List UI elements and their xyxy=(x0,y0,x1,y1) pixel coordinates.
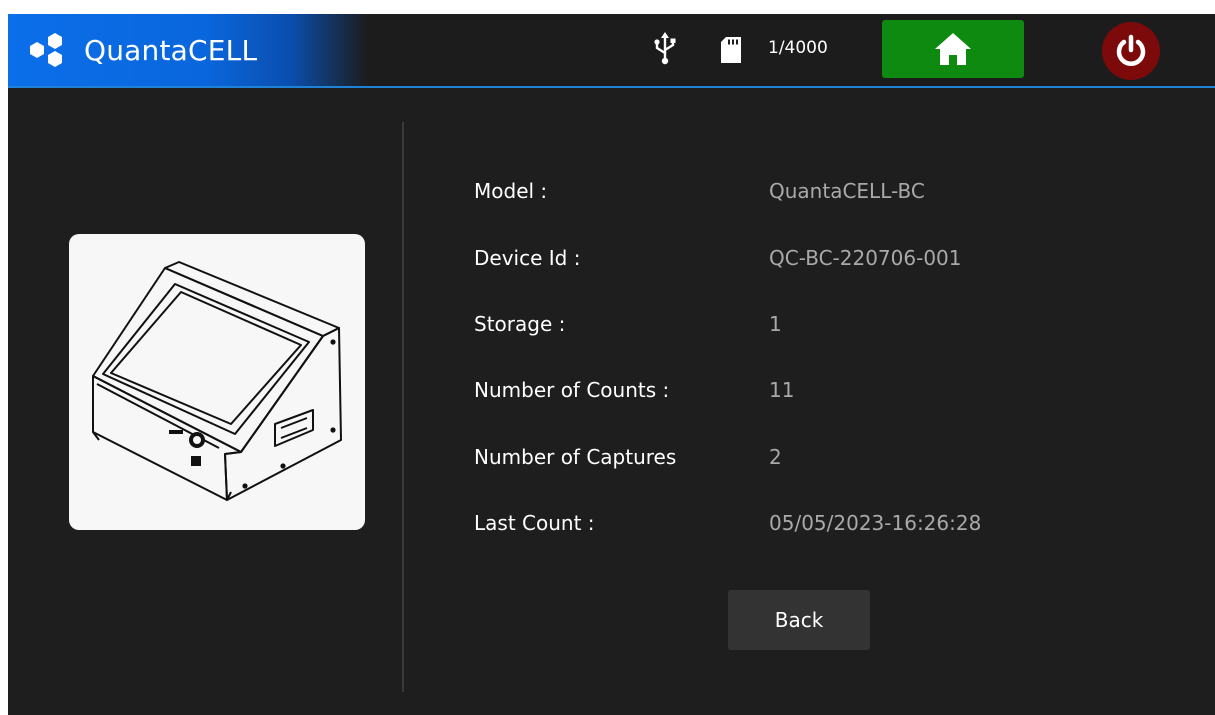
usb-icon xyxy=(654,32,676,65)
power-icon xyxy=(1116,34,1146,66)
back-button[interactable]: Back xyxy=(728,590,870,650)
hexagon-logo-icon xyxy=(30,33,62,67)
storage-value: 1 xyxy=(769,312,782,336)
power-button[interactable] xyxy=(1102,22,1160,80)
storage-count: 1/4000 xyxy=(768,38,828,58)
counts-label: Number of Counts : xyxy=(474,378,670,402)
home-button[interactable] xyxy=(882,20,1024,78)
home-icon xyxy=(935,33,971,65)
counts-value: 11 xyxy=(769,378,795,402)
app-name: QuantaCELL xyxy=(84,33,258,67)
device-id-value: QC-BC-220706-001 xyxy=(769,246,962,270)
storage-label: Storage : xyxy=(474,312,566,336)
captures-label: Number of Captures xyxy=(474,445,677,469)
model-value: QuantaCELL-BC xyxy=(769,179,925,203)
device-info-screen: QuantaCELL 1/4000 Model: QuantaCELL-BC … xyxy=(8,14,1215,715)
device-image-card xyxy=(69,234,365,530)
last-count-label: Last Count : xyxy=(474,511,595,535)
sd-card-icon xyxy=(721,37,741,63)
device-illustration xyxy=(92,261,342,501)
top-bar: QuantaCELL 1/4000 xyxy=(8,14,1215,88)
vertical-divider xyxy=(402,122,404,692)
device-id-label: Device Id : xyxy=(474,246,581,270)
last-count-value: 05/05/2023-16:26:28 xyxy=(769,511,982,535)
captures-value: 2 xyxy=(769,445,782,469)
model-label: Model : xyxy=(474,179,548,203)
brand-area: QuantaCELL xyxy=(8,14,368,86)
